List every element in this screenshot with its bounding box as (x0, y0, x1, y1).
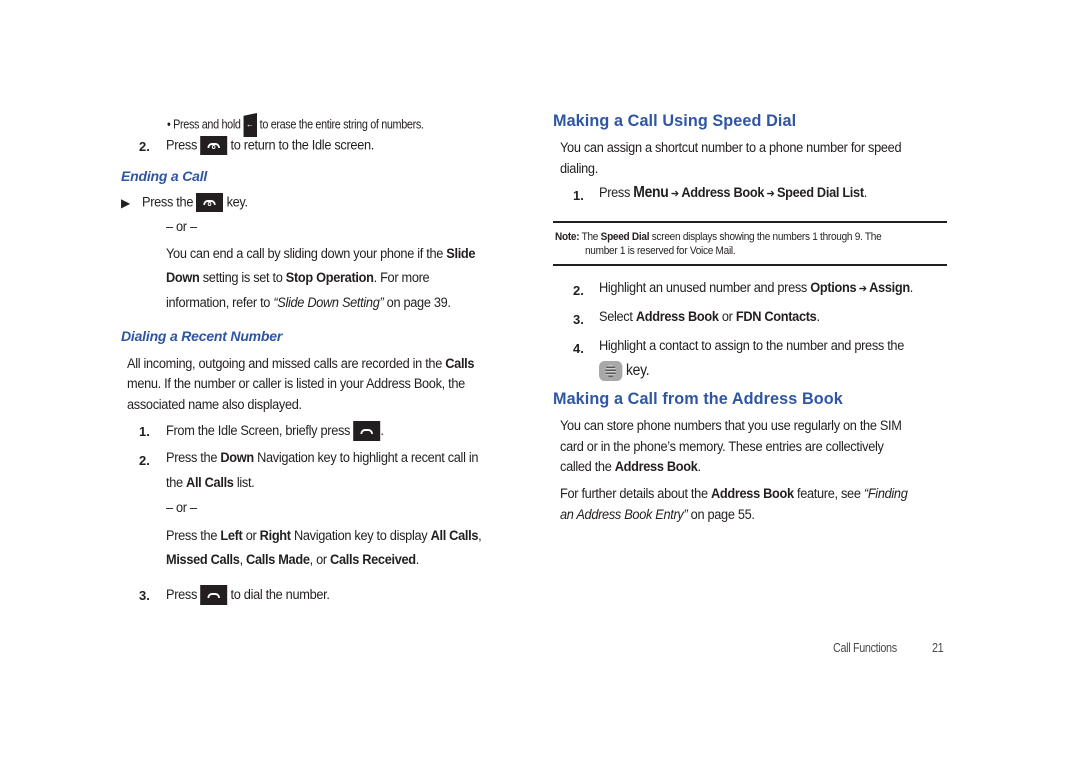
step2-alt-line2: Missed Calls, Calls Made, or Calls Recei… (166, 552, 420, 568)
speed-para-line2: dialing. (560, 161, 598, 177)
speed-step4-line2: key. (599, 361, 650, 381)
end-key-icon (196, 193, 224, 212)
or-separator: – or – (166, 500, 197, 516)
speed-para-line1: You can assign a shortcut number to a ph… (560, 140, 902, 156)
slide-down-setting-link[interactable]: “Slide Down Setting” (273, 295, 383, 311)
dialing-para-line2: menu. If the number or caller is listed … (127, 376, 465, 392)
bullet-dot: • (167, 117, 171, 132)
dialing-para-line3: associated name also displayed. (127, 397, 302, 413)
page-number: 21 (932, 641, 944, 655)
note-top-rule (553, 221, 947, 223)
address-para2-line1: For further details about the Address Bo… (560, 486, 908, 502)
step2-alt-line1: Press the Left or Right Navigation key t… (166, 528, 482, 544)
ok-key-icon (599, 361, 623, 381)
arrow-icon: ➔ (764, 188, 777, 200)
step-number: 2. (139, 453, 150, 468)
step-press-end: Press the key. (142, 193, 248, 212)
note-bottom-rule (553, 264, 947, 266)
step-dial-number: Press to dial the number. (166, 585, 330, 605)
step-return-idle: Press to return to the Idle screen. (166, 136, 375, 155)
arrow-icon: ➔ (668, 188, 682, 200)
triangle-bullet-icon: ▶ (121, 196, 131, 210)
end-key-icon (200, 136, 228, 155)
arrow-icon: ➔ (856, 283, 870, 295)
speed-step3: Select Address Book or FDN Contacts. (599, 309, 820, 325)
speed-step4-line1: Highlight a contact to assign to the num… (599, 338, 905, 354)
step-number: 2. (139, 139, 150, 154)
clear-key-icon (243, 113, 258, 137)
finding-entry-link[interactable]: an Address Book Entry” (560, 507, 688, 523)
step-number: 3. (573, 312, 584, 327)
slide-para-line2: Down setting is set to Stop Operation. F… (166, 270, 430, 286)
address-para1-line3: called the Address Book. (560, 459, 701, 475)
address-para1-line2: card or in the phone’s memory. These ent… (560, 439, 884, 455)
step-number: 2. (573, 283, 584, 298)
note-line1: Note: The Speed Dial screen displays sho… (555, 231, 882, 243)
step-number: 3. (139, 588, 150, 603)
footer-section-title: Call Functions (833, 641, 897, 655)
note-line2: number 1 is reserved for Voice Mail. (585, 245, 736, 257)
send-key-icon (353, 421, 381, 441)
step2-line2: the All Calls list. (166, 475, 255, 491)
step-number: 1. (573, 188, 584, 203)
speed-step2: Highlight an unused number and press Opt… (599, 280, 914, 296)
step-idle-press-send: From the Idle Screen, briefly press . (166, 421, 384, 441)
step-number: 4. (573, 341, 584, 356)
heading-address-book: Making a Call from the Address Book (553, 390, 843, 408)
step-number: 1. (139, 424, 150, 439)
slide-para-line1: You can end a call by sliding down your … (166, 246, 476, 262)
or-separator: – or – (166, 219, 197, 235)
heading-ending-a-call: Ending a Call (121, 168, 208, 184)
slide-para-line3: information, refer to “Slide Down Settin… (166, 295, 451, 311)
heading-dialing-recent-number: Dialing a Recent Number (121, 328, 283, 344)
address-para2-line2: an Address Book Entry” on page 55. (560, 507, 755, 523)
send-key-icon (200, 585, 228, 605)
dialing-para-line1: All incoming, outgoing and missed calls … (127, 356, 475, 372)
speed-step1: Press Menu ➔ Address Book ➔ Speed Dial L… (599, 184, 868, 201)
heading-speed-dial: Making a Call Using Speed Dial (553, 112, 797, 130)
finding-entry-link[interactable]: “Finding (864, 486, 908, 502)
bullet-erase: • Press and hold to erase the entire str… (167, 113, 424, 137)
note-label: Note: (555, 231, 580, 243)
step2-line1: Press the Down Navigation key to highlig… (166, 450, 479, 466)
address-para1-line1: You can store phone numbers that you use… (560, 418, 902, 434)
